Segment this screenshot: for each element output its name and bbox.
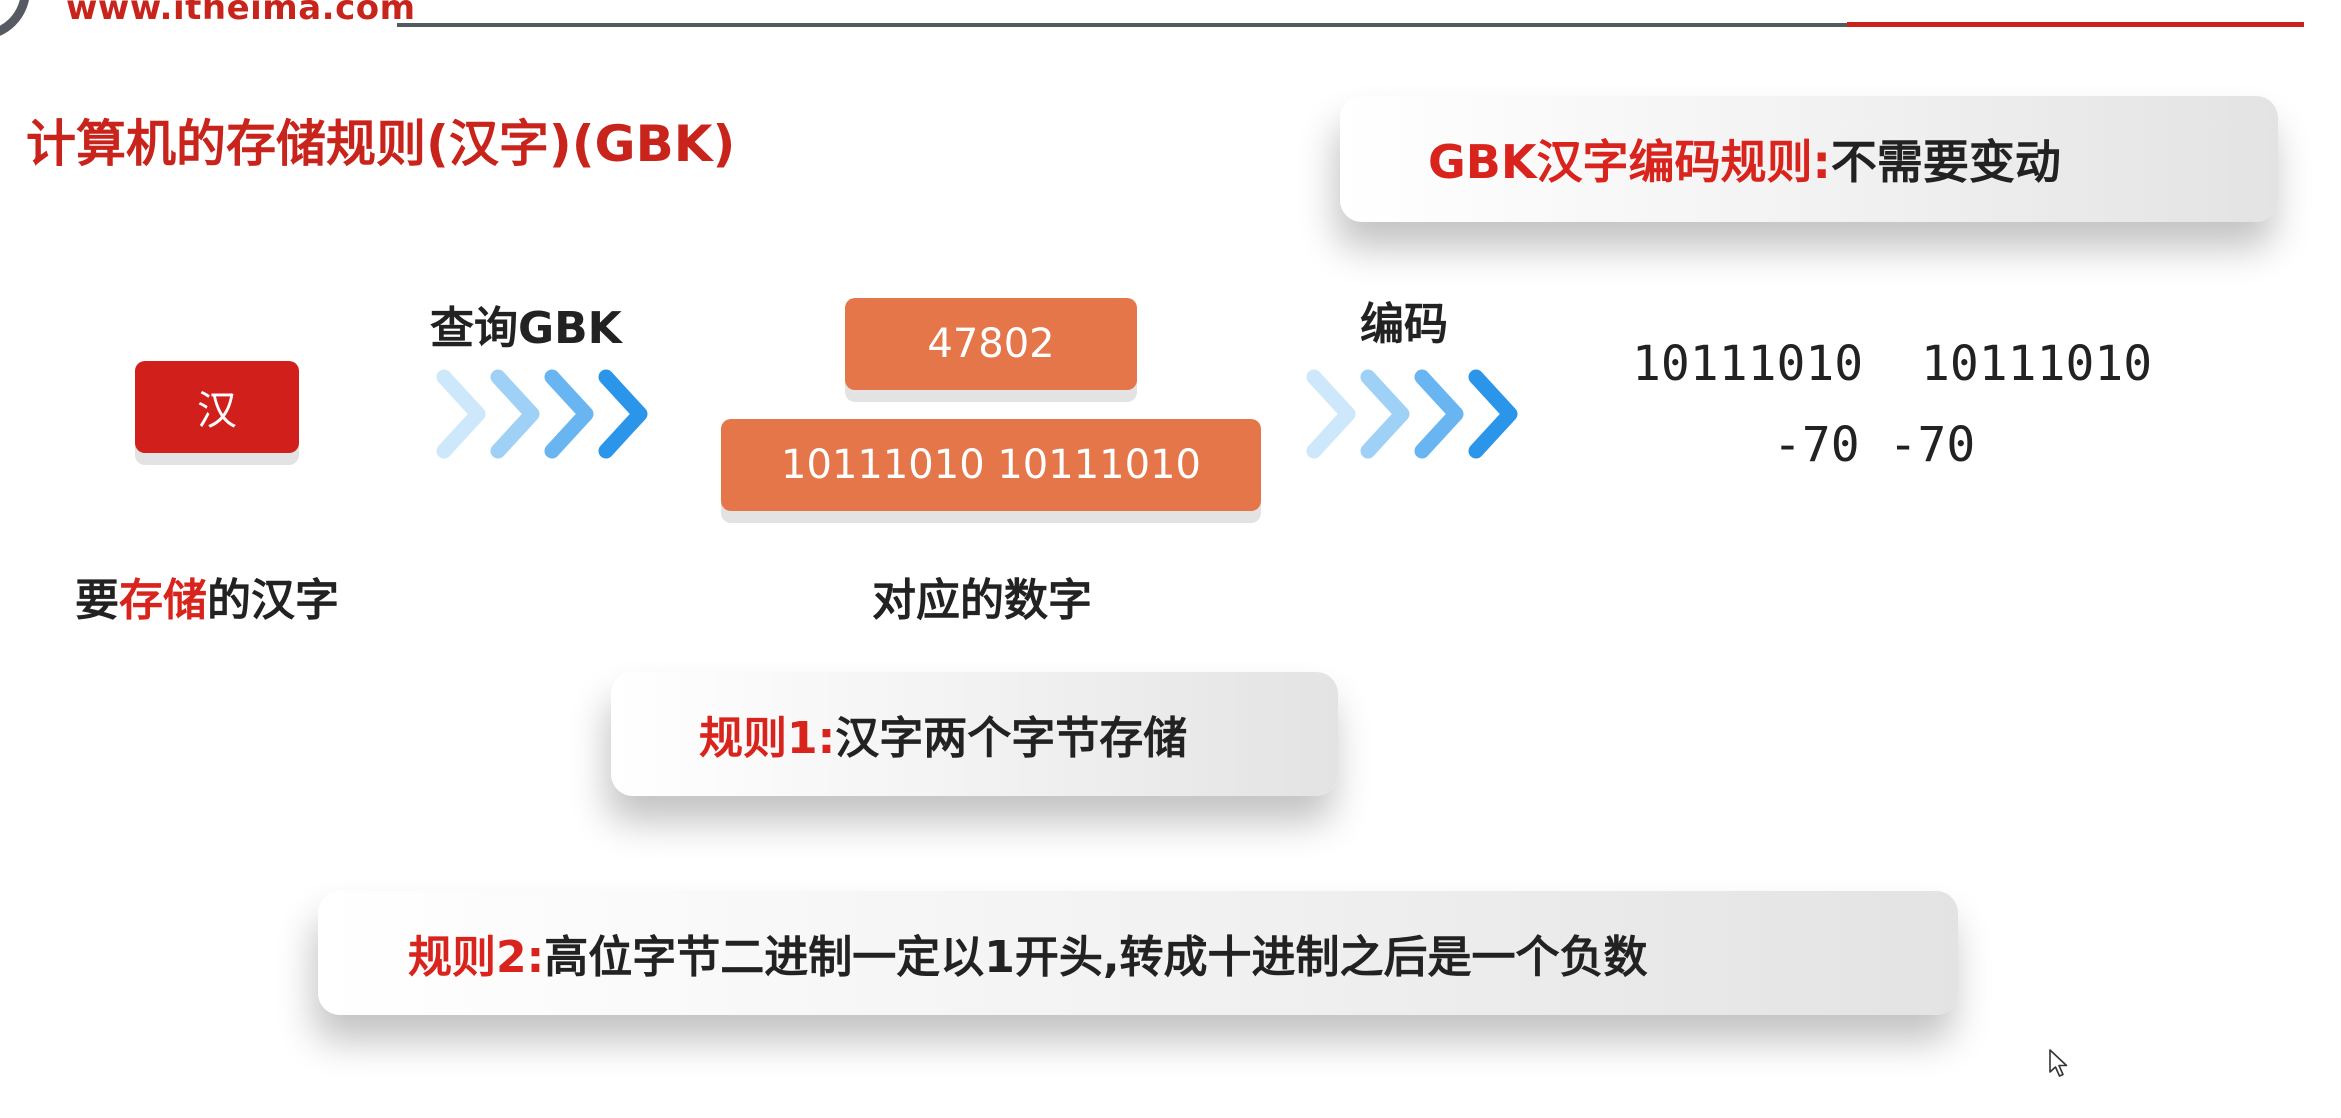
- logo-icon: [0, 0, 30, 40]
- rule2-callout: 规则2: 高位字节二进制一定以1开头,转成十进制之后是一个负数: [318, 891, 1958, 1015]
- encoded-decimal-text: -70 -70: [1773, 417, 1976, 473]
- rule2-label: 规则2:: [408, 932, 545, 983]
- site-url: www.itheima.com: [66, 0, 416, 28]
- gbk-rule-text: 不需要变动: [1830, 135, 2061, 189]
- store-label-prefix: 要: [75, 575, 119, 626]
- gbk-binary-box: 10111010 10111010: [721, 419, 1261, 511]
- header-divider-accent: [1847, 22, 2304, 27]
- character-to-store-label: 要存储的汉字: [75, 564, 339, 628]
- gbk-rule-callout: GBK汉字编码规则: 不需要变动: [1340, 96, 2278, 222]
- rule1-text: 汉字两个字节存储: [835, 713, 1188, 764]
- encode-label: 编码: [1360, 299, 1448, 350]
- encoded-binary-text: 10111010 10111010: [1632, 336, 2153, 392]
- rule2-text: 高位字节二进制一定以1开头,转成十进制之后是一个负数: [544, 932, 1648, 983]
- page-title: 计算机的存储规则(汉字)(GBK): [26, 115, 736, 173]
- chevrons-right-icon: [1306, 369, 1518, 459]
- header-divider: [397, 23, 1847, 27]
- store-label-suffix: 的汉字: [207, 575, 339, 626]
- mouse-cursor-icon: [2049, 1049, 2068, 1077]
- query-gbk-label: 查询GBK: [430, 303, 622, 354]
- rule1-callout: 规则1: 汉字两个字节存储: [611, 672, 1338, 796]
- chinese-character-box: 汉: [135, 361, 299, 453]
- corresponding-number-label: 对应的数字: [872, 575, 1092, 626]
- chevrons-right-icon: [436, 369, 648, 459]
- gbk-decimal-box: 47802: [845, 298, 1137, 390]
- slide: www.itheima.com 计算机的存储规则(汉字)(GBK) GBK汉字编…: [0, 0, 2341, 1118]
- store-label-highlight: 存储: [119, 575, 207, 626]
- rule1-label: 规则1:: [699, 713, 836, 764]
- gbk-rule-label: GBK汉字编码规则:: [1428, 135, 1831, 189]
